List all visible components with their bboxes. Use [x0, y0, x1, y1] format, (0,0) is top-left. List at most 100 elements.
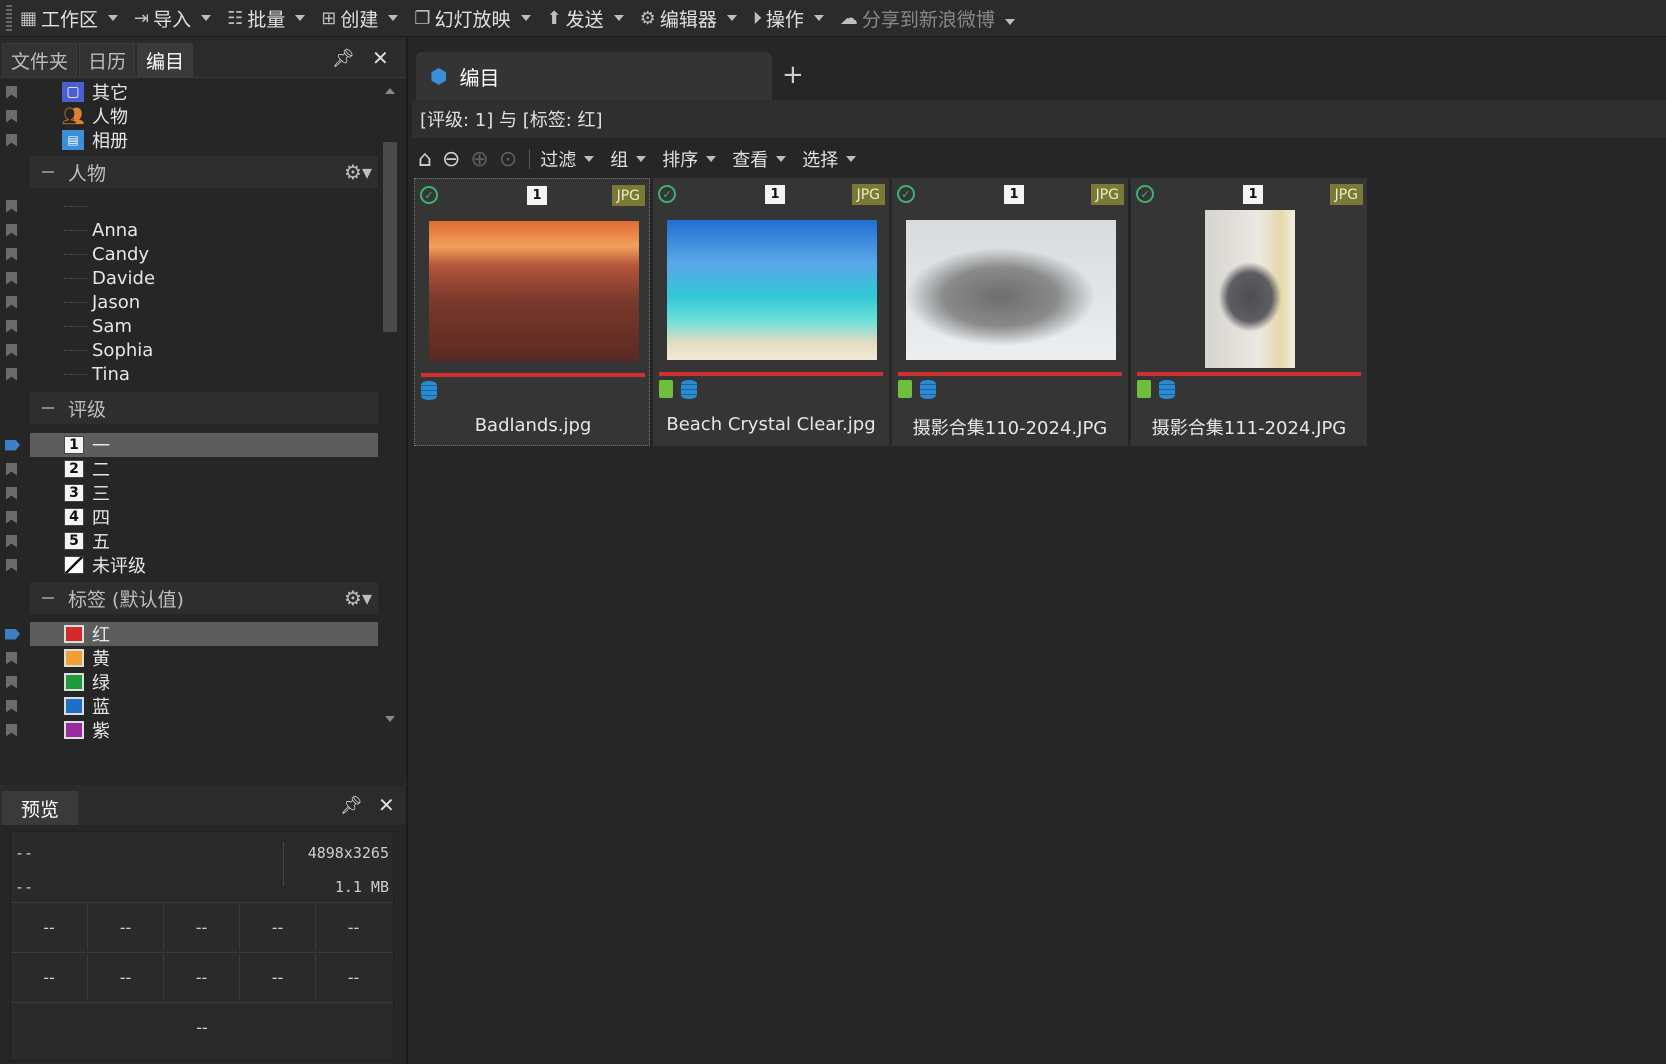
bookmark-icon[interactable]: [6, 109, 17, 123]
add-tab-button[interactable]: +: [782, 60, 804, 90]
toolbar-grip[interactable]: [6, 5, 12, 31]
tab-catalog-view[interactable]: ⬢ 编目: [416, 52, 772, 100]
tab-folders[interactable]: 文件夹: [2, 43, 78, 77]
person-item[interactable]: Sophia: [0, 338, 380, 362]
tree-item-other[interactable]: ▢ 其它: [0, 80, 380, 104]
thumbnail-card[interactable]: ✓ 1 JPG 摄影合集111-2024.JPG: [1131, 178, 1367, 446]
chevron-down-icon: [108, 15, 119, 21]
scroll-up-icon[interactable]: [385, 88, 395, 94]
thumbnail-card[interactable]: ✓ 1 JPG 摄影合集110-2024.JPG: [892, 178, 1128, 446]
bookmark-icon[interactable]: [6, 319, 17, 333]
bookmark-icon[interactable]: [6, 295, 17, 309]
bookmark-icon[interactable]: [6, 699, 17, 713]
collapse-icon[interactable]: [42, 171, 54, 173]
bookmark-icon[interactable]: [6, 85, 17, 99]
tag-item-red[interactable]: 红: [5, 622, 378, 646]
tree-item-album[interactable]: ▤ 相册: [0, 128, 380, 152]
menu-workspace[interactable]: ▦ 工作区: [20, 5, 119, 32]
scroll-down-icon[interactable]: [385, 716, 395, 722]
bookmark-icon[interactable]: [6, 462, 17, 476]
bookmark-icon[interactable]: [6, 133, 17, 147]
lock-icon: [659, 380, 673, 398]
bookmark-icon[interactable]: [6, 651, 17, 665]
menu-slideshow[interactable]: ❐ 幻灯放映: [414, 5, 531, 32]
tab-preview[interactable]: 预览: [2, 791, 79, 825]
up-icon[interactable]: ⊙: [499, 147, 517, 172]
tab-catalog[interactable]: 编目: [137, 43, 194, 77]
preview-info: -- -- 4898x3265 1.1 MB -- -- -- -- -- --…: [10, 831, 394, 1061]
forward-icon[interactable]: ⊕: [470, 147, 488, 172]
bookmark-icon[interactable]: [6, 486, 17, 500]
person-item[interactable]: Davide: [0, 266, 380, 290]
tag-item-blue[interactable]: 蓝: [0, 694, 380, 718]
group-header-tags[interactable]: 标签 (默认值) ⚙▾: [30, 582, 378, 614]
menu-create[interactable]: ⊞ 创建: [321, 5, 399, 32]
sort-menu[interactable]: 排序: [662, 146, 717, 172]
group-header-rating[interactable]: 评级: [30, 392, 378, 424]
tree-scrollbar[interactable]: [380, 80, 400, 730]
menu-share-weibo[interactable]: ☁ 分享到新浪微博: [840, 5, 1015, 32]
bookmark-icon[interactable]: [6, 675, 17, 689]
filter-menu[interactable]: 过滤: [540, 146, 595, 172]
rating-item-2[interactable]: 2二: [0, 457, 380, 481]
bookmark-icon[interactable]: [6, 367, 17, 381]
person-item[interactable]: Tina: [0, 362, 380, 386]
bookmark-icon[interactable]: [6, 534, 17, 548]
check-icon[interactable]: ✓: [897, 185, 915, 203]
pin-icon[interactable]: 📌︎: [332, 48, 355, 69]
bookmark-icon[interactable]: [6, 558, 17, 572]
database-icon: [681, 380, 697, 399]
gear-icon[interactable]: ⚙▾: [344, 586, 372, 610]
gear-icon[interactable]: ⚙▾: [344, 160, 372, 184]
close-icon[interactable]: ✕: [372, 46, 389, 70]
main-area: ⬢ 编目 + [评级: 1] 与 [标签: 红] ⌂ ⊖ ⊕ ⊙ 过滤 组 排序…: [412, 38, 1666, 1064]
person-item[interactable]: Anna: [0, 218, 380, 242]
rating-item-1[interactable]: 1 一: [5, 433, 378, 457]
view-menu[interactable]: 查看: [732, 146, 787, 172]
catalog-panel: 文件夹 日历 编目 📌︎ ✕ ▢ 其它 👥︎ 人物 ▤ 相册 人物 ⚙▾ Ann…: [0, 38, 408, 783]
home-icon[interactable]: ⌂: [418, 147, 432, 172]
bookmark-icon[interactable]: [6, 223, 17, 237]
select-menu[interactable]: 选择: [802, 146, 857, 172]
color-swatch: [64, 625, 84, 643]
tag-item-yellow[interactable]: 黄: [0, 646, 380, 670]
group-header-people[interactable]: 人物 ⚙▾: [30, 156, 378, 188]
tag-item-green[interactable]: 绿: [0, 670, 380, 694]
scroll-thumb[interactable]: [383, 142, 397, 332]
collapse-icon[interactable]: [42, 407, 54, 409]
bookmark-icon[interactable]: [6, 343, 17, 357]
bookmark-icon[interactable]: [5, 628, 20, 640]
check-icon[interactable]: ✓: [420, 186, 438, 204]
tree-item-people[interactable]: 👥︎ 人物: [0, 104, 380, 128]
thumbnail-card[interactable]: ✓ 1 JPG Beach Crystal Clear.jpg: [653, 178, 889, 446]
check-icon[interactable]: ✓: [1136, 185, 1154, 203]
tree-item-people-root[interactable]: [0, 194, 380, 218]
menu-editor[interactable]: ⚙ 编辑器: [640, 5, 737, 32]
bookmark-icon[interactable]: [6, 723, 17, 737]
bookmark-icon[interactable]: [6, 199, 17, 213]
group-menu[interactable]: 组: [610, 146, 647, 172]
person-item[interactable]: Sam: [0, 314, 380, 338]
person-item[interactable]: Jason: [0, 290, 380, 314]
check-icon[interactable]: ✓: [658, 185, 676, 203]
rating-item-3[interactable]: 3三: [0, 481, 380, 505]
menu-batch[interactable]: ☷ 批量: [227, 5, 306, 32]
menu-send[interactable]: ⬆ 发送: [547, 5, 624, 32]
close-icon[interactable]: ✕: [378, 793, 395, 817]
thumbnail-card[interactable]: ✓ 1 JPG Badlands.jpg: [414, 178, 650, 446]
menu-action[interactable]: ⏵ 操作: [753, 5, 824, 32]
rating-item-4[interactable]: 4四: [0, 505, 380, 529]
collapse-icon[interactable]: [42, 597, 54, 599]
bookmark-icon[interactable]: [5, 439, 20, 451]
menu-import[interactable]: ⇥ 导入: [134, 5, 212, 32]
rating-item-unrated[interactable]: 未评级: [0, 553, 380, 577]
bookmark-icon[interactable]: [6, 271, 17, 285]
tab-calendar[interactable]: 日历: [79, 43, 136, 77]
rating-item-5[interactable]: 5五: [0, 529, 380, 553]
bookmark-icon[interactable]: [6, 510, 17, 524]
bookmark-icon[interactable]: [6, 247, 17, 261]
back-icon[interactable]: ⊖: [442, 147, 460, 172]
person-item[interactable]: Candy: [0, 242, 380, 266]
tag-item-purple[interactable]: 紫: [0, 718, 380, 742]
pin-icon[interactable]: 📌︎: [340, 795, 363, 816]
